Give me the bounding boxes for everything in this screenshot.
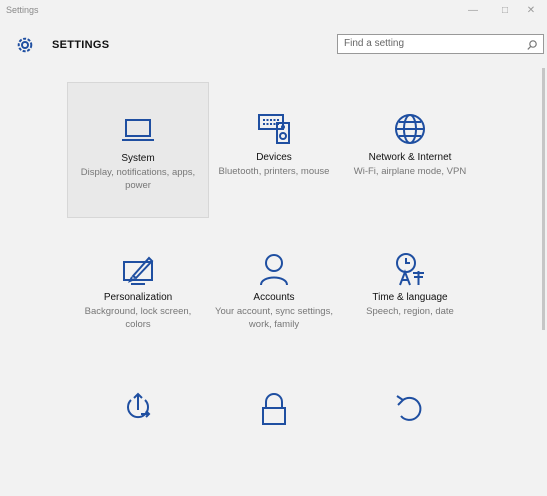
refresh-icon xyxy=(391,390,429,424)
tile-title: Devices xyxy=(256,152,292,163)
time-language-icon xyxy=(391,252,429,286)
title-bar: Settings — □ ✕ xyxy=(0,0,547,22)
tile-network[interactable]: Network & Internet Wi-Fi, airplane mode,… xyxy=(339,82,481,218)
tile-update-security[interactable] xyxy=(339,360,481,496)
window-title: Settings xyxy=(6,5,39,15)
maximize-button[interactable]: □ xyxy=(492,3,518,19)
close-button[interactable]: ✕ xyxy=(518,3,544,19)
tile-ease-of-access[interactable] xyxy=(67,360,209,496)
tile-description: Your account, sync settings, work, famil… xyxy=(215,306,333,330)
tile-accounts[interactable]: Accounts Your account, sync settings, wo… xyxy=(203,222,345,358)
search-icon[interactable] xyxy=(526,38,538,50)
tile-description: Display, notifications, apps, power xyxy=(80,167,196,191)
search-placeholder: Find a setting xyxy=(344,38,405,49)
tile-title: System xyxy=(121,153,155,164)
tile-title: Time & language xyxy=(372,292,448,303)
tile-system[interactable]: System Display, notifications, apps, pow… xyxy=(67,82,209,218)
tile-description: Background, lock screen, colors xyxy=(84,306,192,330)
minimize-button[interactable]: — xyxy=(460,3,486,19)
laptop-icon xyxy=(119,113,157,147)
settings-header: SETTINGS Find a setting xyxy=(0,30,547,58)
scrollbar[interactable] xyxy=(542,68,545,330)
tile-devices[interactable]: Devices Bluetooth, printers, mouse xyxy=(203,82,345,218)
paint-icon xyxy=(119,252,157,286)
tile-description: Wi-Fi, airplane mode, VPN xyxy=(353,166,467,177)
tile-time-language[interactable]: Time & language Speech, region, date xyxy=(339,222,481,358)
tile-title: Network & Internet xyxy=(368,152,452,163)
person-icon xyxy=(255,252,293,286)
ease-of-access-icon xyxy=(119,390,157,424)
globe-icon xyxy=(391,112,429,146)
tile-description: Speech, region, date xyxy=(366,306,454,317)
tile-personalization[interactable]: Personalization Background, lock screen,… xyxy=(67,222,209,358)
tile-description: Bluetooth, printers, mouse xyxy=(218,166,330,177)
lock-icon xyxy=(255,390,293,425)
gear-icon xyxy=(16,36,34,54)
tile-title: Accounts xyxy=(253,292,295,303)
devices-icon xyxy=(255,112,293,146)
tile-privacy[interactable] xyxy=(203,360,345,496)
tile-title: Personalization xyxy=(103,292,173,303)
page-title: SETTINGS xyxy=(52,39,110,51)
search-input[interactable]: Find a setting xyxy=(337,34,544,54)
